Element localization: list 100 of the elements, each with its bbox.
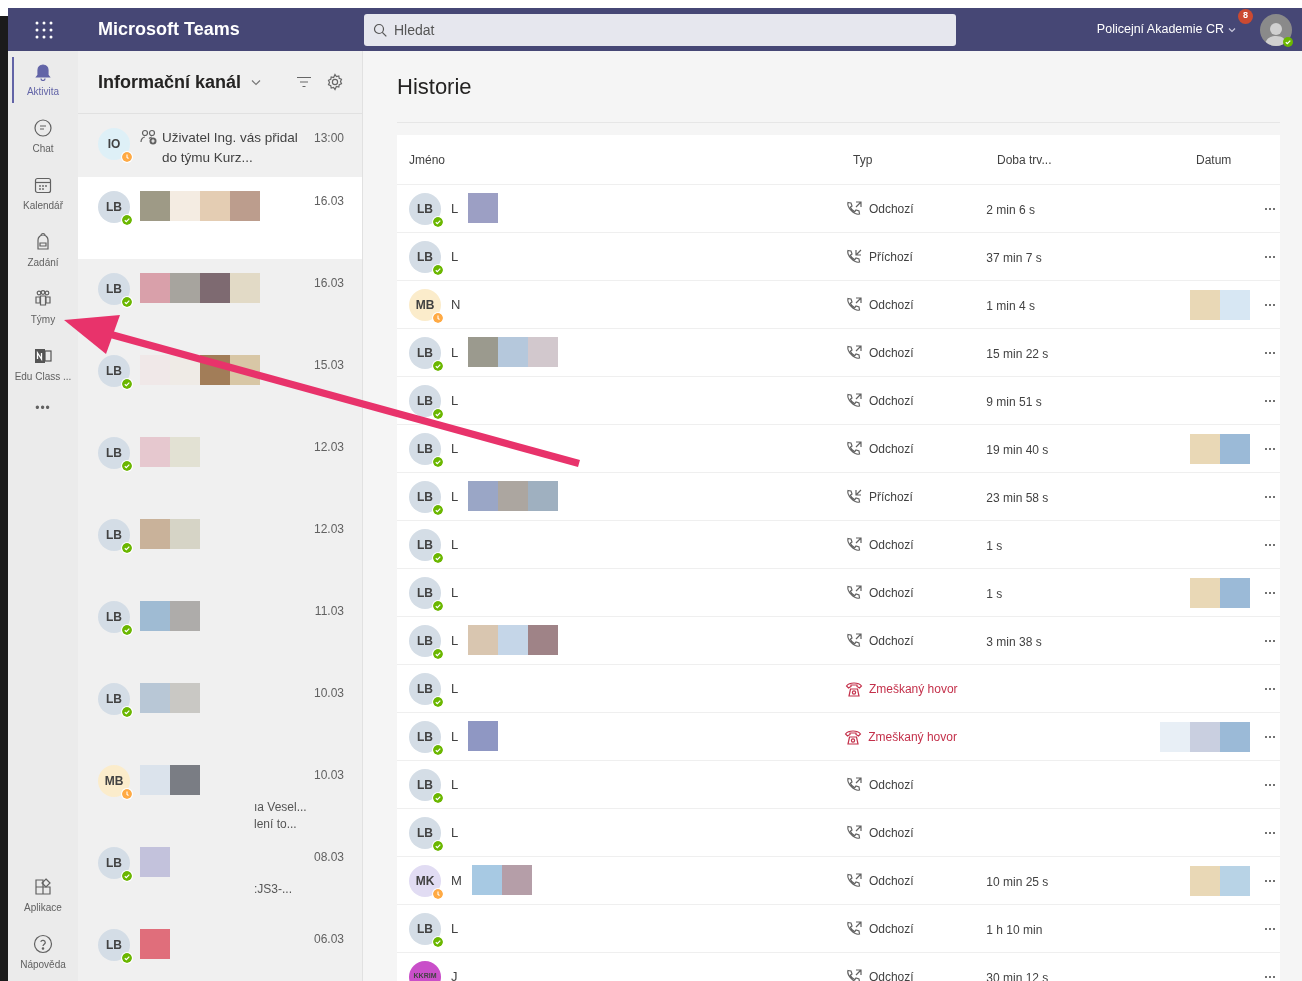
rail-tab[interactable]: Edu Class ...	[8, 336, 78, 393]
call-type: Zmeškaný hovor	[868, 728, 957, 746]
feed-item[interactable]: LB 16.03	[78, 259, 362, 341]
avatar: LB	[409, 432, 441, 465]
feed-text: Uživatel Ing. vás přidal do týmu Kurz...	[162, 129, 299, 167]
redaction-block	[468, 192, 499, 223]
call-duration: 1 s	[986, 586, 1003, 601]
more-icon	[1264, 734, 1277, 739]
profile-avatar[interactable]	[1260, 13, 1292, 46]
column-header[interactable]: Jméno	[409, 150, 853, 169]
avatar: LB	[409, 240, 441, 273]
table-row[interactable]: LB L Odchozí 1 s	[397, 569, 1280, 617]
rail-tab[interactable]: Týmy	[8, 279, 78, 336]
call-duration: 1 s	[986, 538, 1003, 553]
avatar: LB	[98, 355, 130, 387]
notification-badge: 8	[1238, 8, 1253, 24]
call-type: Odchozí	[868, 776, 914, 794]
feed-time: 10.03	[313, 685, 344, 702]
rail-tab[interactable]: Nápověda	[8, 924, 78, 981]
rail-tab[interactable]: Aplikace	[8, 867, 78, 924]
avatar: LB	[409, 336, 441, 369]
table-row[interactable]: LB L Odchozí 1 s	[397, 521, 1280, 569]
call-duration: 3 min 38 s	[986, 634, 1042, 649]
table-row[interactable]: LB L Zmeškaný hovor	[397, 665, 1280, 713]
redaction-block	[140, 683, 200, 713]
call-type: Zmeškaný hovor	[868, 680, 958, 698]
contact-name: L	[451, 583, 459, 602]
table-row[interactable]: LB L Odchozí	[397, 761, 1280, 809]
feed-time: 12.03	[313, 521, 344, 538]
table-row[interactable]: MK M Odchozí 10 min 25 s	[397, 857, 1280, 905]
feed-item[interactable]: LB 06.03	[78, 915, 362, 981]
contact-name: L	[451, 775, 459, 794]
more-icon	[1264, 302, 1277, 307]
avatar: LB	[98, 929, 130, 961]
call-type: Odchozí	[868, 296, 914, 314]
people-group-icon	[33, 288, 53, 309]
feed-item[interactable]: LB 12.03	[78, 505, 362, 587]
contact-name: L	[451, 631, 459, 650]
feed-time: 06.03	[313, 931, 344, 948]
search-icon	[373, 22, 387, 37]
redaction-block	[140, 519, 200, 549]
rail-tab[interactable]: Chat	[8, 108, 78, 165]
rail-tab[interactable]: Kalendář	[8, 165, 78, 222]
feed-time: 16.03	[313, 193, 344, 210]
column-header[interactable]: Datum	[1196, 150, 1256, 169]
table-row[interactable]: LB L Příchozí 23 min 58 s	[397, 473, 1280, 521]
feed-text: ıa Vesel... lení to...	[253, 799, 308, 833]
call-duration: 1 min 4 s	[986, 298, 1035, 313]
table-row[interactable]: LB L Příchozí 37 min 7 s	[397, 233, 1280, 281]
feed-item[interactable]: MB ıa Vesel... lení to... 10.03	[78, 751, 362, 833]
column-header[interactable]: Typ	[853, 150, 997, 169]
feed-time: 13:00	[313, 130, 344, 147]
avatar: LB	[409, 768, 441, 801]
feed-item[interactable]: LB 10.03	[78, 669, 362, 751]
contact-name: L	[451, 535, 459, 554]
call-duration: 2 min 6 s	[986, 202, 1035, 217]
redaction-block	[1190, 289, 1251, 320]
redaction-block	[140, 765, 200, 795]
rail-tab[interactable]: Aktivita	[8, 51, 78, 108]
table-row[interactable]: LB L Odchozí 2 min 6 s	[397, 185, 1280, 233]
feed-item[interactable]: LB :JS3-... 08.03	[78, 833, 362, 915]
call-duration: 9 min 51 s	[986, 394, 1042, 409]
table-row[interactable]: LB L Odchozí	[397, 809, 1280, 857]
more-apps-button[interactable]: •••	[35, 399, 51, 417]
column-header[interactable]: Doba trv...	[997, 150, 1196, 169]
avatar: LB	[409, 816, 441, 849]
more-icon	[1264, 398, 1277, 403]
more-icon	[1264, 542, 1277, 547]
table-row[interactable]: LB L Odchozí 3 min 38 s	[397, 617, 1280, 665]
feed-item[interactable]: LB 16.03	[78, 177, 362, 259]
rail-tab[interactable]: Zadání	[8, 222, 78, 279]
more-icon	[1264, 494, 1277, 499]
apps-icon	[33, 876, 53, 897]
feed-item[interactable]: IO Uživatel Ing. vás přidal do týmu Kurz... 13:00	[78, 114, 362, 177]
avatar: LB	[409, 480, 441, 513]
avatar: LB	[409, 912, 441, 945]
more-icon	[1264, 206, 1277, 211]
person-add-icon	[140, 129, 158, 145]
contact-name: L	[451, 247, 459, 266]
more-icon	[1264, 446, 1277, 451]
contact-name: L	[451, 919, 459, 938]
table-row[interactable]: LB L Odchozí 1 h 10 min	[397, 905, 1280, 953]
table-row[interactable]: MB N Odchozí 1 min 4 s	[397, 281, 1280, 329]
search-field[interactable]: Hledat	[364, 13, 956, 46]
more-icon	[1264, 926, 1277, 931]
avatar: LB	[409, 384, 441, 417]
call-type: Odchozí	[868, 392, 914, 410]
feed-time: 10.03	[313, 767, 344, 784]
call-type: Příchozí	[868, 488, 913, 506]
redaction-block	[1190, 577, 1251, 608]
feed-item[interactable]: LB 11.03	[78, 587, 362, 669]
call-duration: 30 min 12 s	[986, 970, 1049, 981]
table-row[interactable]: LB L Odchozí 15 min 22 s	[397, 329, 1280, 377]
redaction-block	[1190, 433, 1251, 464]
more-icon	[1264, 974, 1277, 979]
feed-item[interactable]: LB 12.03	[78, 423, 362, 505]
table-row[interactable]: LB L Zmeškaný hovor	[397, 713, 1280, 761]
call-type: Příchozí	[868, 248, 913, 266]
more-icon	[1264, 878, 1277, 883]
feed-time: 12.03	[313, 439, 344, 456]
